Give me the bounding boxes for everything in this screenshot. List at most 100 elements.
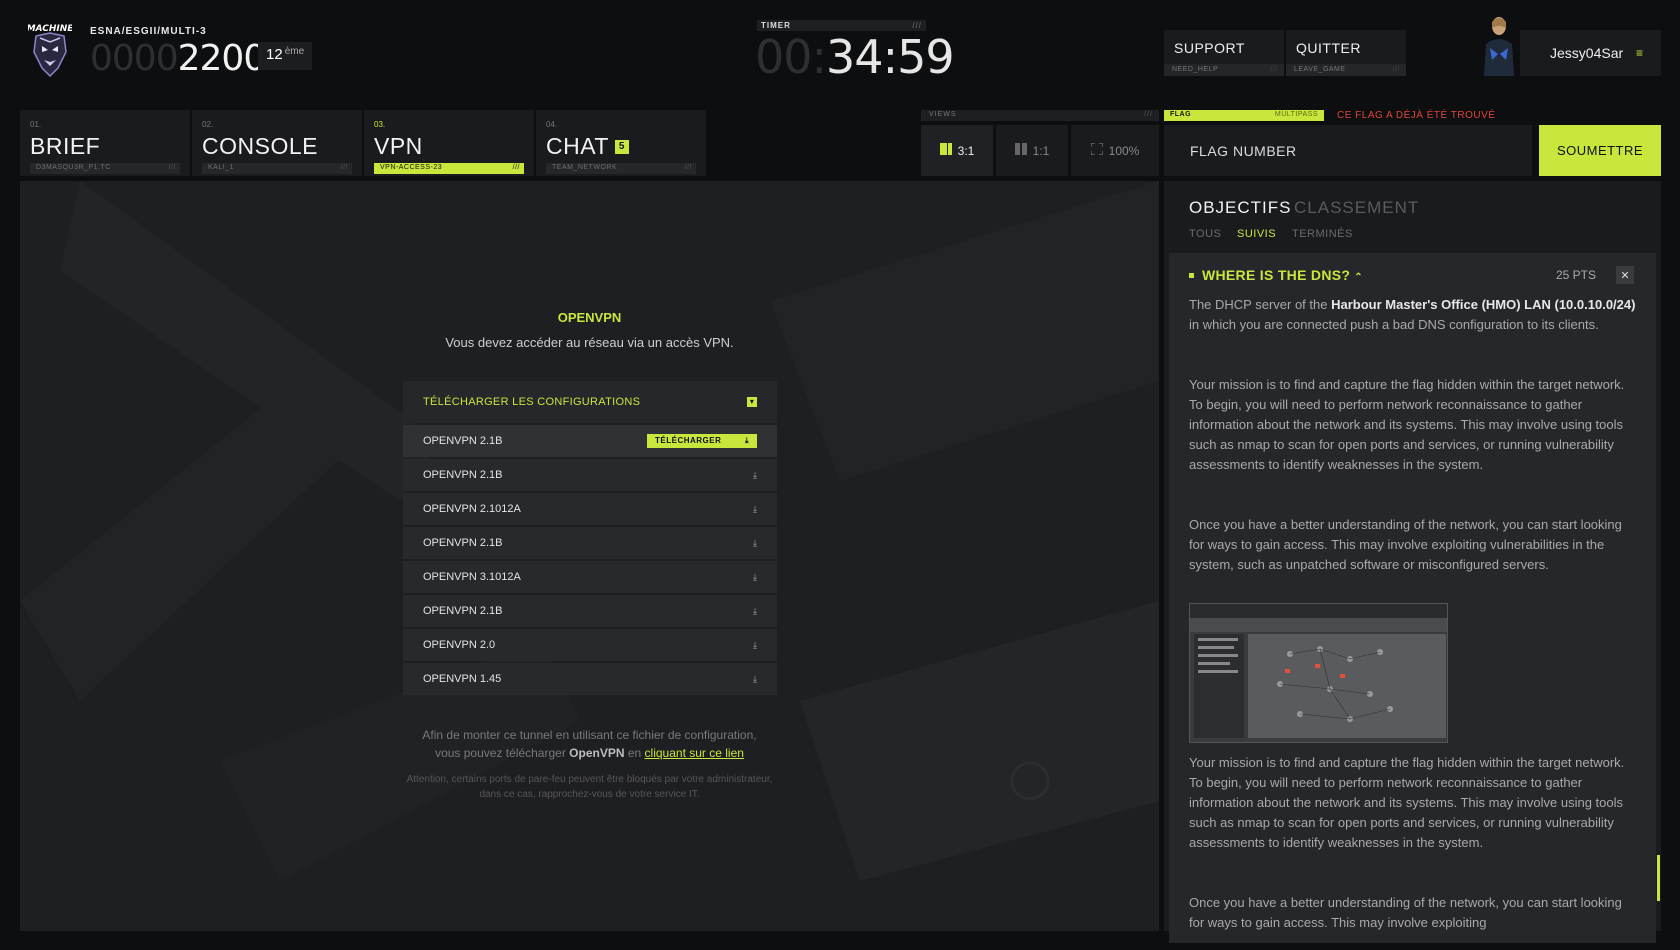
countdown-timer: 00:34:59 — [755, 30, 955, 84]
objective-points: 25 PTS — [1556, 268, 1597, 282]
views-label: VIEWS /// — [921, 110, 1159, 121]
tab-objectives[interactable]: OBJECTIFS — [1189, 198, 1292, 218]
filter-all[interactable]: TOUS — [1189, 228, 1221, 240]
download-button[interactable]: TÉLÉCHARGER ⤓ — [647, 434, 757, 448]
objective-title[interactable]: WHERE IS THE DNS? ⌃ — [1202, 267, 1363, 283]
tab-slashes: /// — [340, 164, 348, 171]
timer-slashes: /// — [912, 21, 922, 30]
close-icon[interactable]: ✕ — [1616, 266, 1634, 284]
config-item[interactable]: OPENVPN 2.1B ⤓ — [403, 459, 777, 491]
note-line-1: Afin de monter ce tunnel en utilisant ce… — [422, 728, 757, 742]
view-3-1-button[interactable]: 3:1 — [921, 125, 993, 176]
openvpn-download-link[interactable]: cliquant sur ce lien — [645, 746, 744, 760]
support-sub-text: NEED_HELP — [1172, 66, 1219, 73]
filter-followed[interactable]: SUIVIS — [1237, 228, 1276, 240]
download-icon: ⤓ — [744, 436, 749, 445]
tab-console[interactable]: 02. CONSOLE KALI_1 /// — [192, 110, 362, 176]
timer-hours: 00: — [755, 30, 827, 84]
intro-text: The DHCP server of the — [1189, 297, 1328, 312]
tab-number: 04. — [546, 120, 558, 129]
note-bold: OpenVPN — [569, 746, 625, 760]
multipass-label: MULTIPASS — [1274, 111, 1318, 118]
support-slashes: /// — [1270, 66, 1278, 73]
config-item[interactable]: OPENVPN 2.0 ⤓ — [403, 629, 777, 661]
download-icon[interactable]: ⤓ — [753, 640, 757, 651]
config-name: OPENVPN 2.0 — [423, 639, 496, 651]
tab-slashes: /// — [684, 164, 692, 171]
network-diagram-screenshot[interactable] — [1189, 603, 1448, 743]
tab-label: CHAT — [546, 133, 609, 159]
warning-line-1: Attention, certains ports de pare-feu pe… — [406, 774, 773, 785]
tab-leaderboard[interactable]: CLASSEMENT — [1294, 198, 1419, 218]
filter-completed[interactable]: TERMINÉS — [1292, 228, 1353, 240]
view-fullscreen-button[interactable]: 100% — [1071, 125, 1159, 176]
quit-slashes: /// — [1392, 66, 1400, 73]
download-button-label: TÉLÉCHARGER — [655, 436, 722, 445]
tab-subtitle-text: TEAM_NETWORK — [552, 164, 618, 171]
support-label: SUPPORT — [1174, 40, 1245, 56]
flag-label: FLAG MULTIPASS — [1164, 110, 1324, 121]
view-label: 3:1 — [957, 143, 975, 158]
split-view-icon — [1014, 143, 1027, 158]
support-button[interactable]: SUPPORT NEED_HELP /// — [1164, 30, 1284, 76]
objective-paragraph: Once you have a better understanding of … — [1189, 517, 1622, 572]
config-item[interactable]: OPENVPN 2.1B ⤓ — [403, 595, 777, 627]
download-icon[interactable]: ⤓ — [753, 470, 757, 481]
config-name: OPENVPN 2.1B — [423, 537, 503, 549]
config-name: OPENVPN 2.1B — [423, 469, 503, 481]
machine-logo: MACHINE — [27, 22, 74, 78]
config-name: OPENVPN 2.1B — [423, 435, 503, 447]
config-item[interactable]: OPENVPN 3.1012A ⤓ — [403, 561, 777, 593]
tab-brief[interactable]: 01. BRIEF D3MASQU3R_P1.TC /// — [20, 110, 190, 176]
scrollbar[interactable] — [1657, 855, 1660, 901]
tab-slashes: /// — [168, 164, 176, 171]
flag-input[interactable] — [1164, 125, 1532, 176]
download-icon[interactable]: ⤓ — [753, 674, 757, 685]
openvpn-title: OPENVPN — [557, 310, 622, 325]
objective-bullet — [1189, 273, 1194, 278]
config-name: OPENVPN 1.45 — [423, 673, 502, 685]
timer-label-text: TIMER — [761, 21, 791, 30]
submit-button[interactable]: SOUMETTRE — [1539, 125, 1661, 176]
config-item[interactable]: OPENVPN 2.1B ⤓ — [403, 527, 777, 559]
tab-label: BRIEF — [30, 133, 101, 159]
download-icon[interactable]: ⤓ — [753, 504, 757, 515]
openvpn-note: Afin de monter ce tunnel en utilisant ce… — [20, 726, 1159, 762]
view-label: 1:1 — [1032, 143, 1050, 158]
download-icon[interactable]: ⤓ — [753, 538, 757, 549]
tab-subtitle: D3MASQU3R_P1.TC /// — [30, 163, 180, 174]
download-icon[interactable]: ⤓ — [753, 572, 757, 583]
quit-sub: LEAVE_GAME /// — [1286, 64, 1406, 76]
chevron-up-icon: ⌃ — [1354, 272, 1363, 283]
tab-subtitle: KALI_1 /// — [202, 163, 352, 174]
tab-chat[interactable]: 04. CHAT 5 TEAM_NETWORK /// — [536, 110, 706, 176]
split-view-icon — [939, 143, 952, 158]
download-configs-header[interactable]: TÉLÉCHARGER LES CONFIGURATIONS ▾ — [403, 381, 777, 423]
config-item[interactable]: OPENVPN 2.1B TÉLÉCHARGER ⤓ — [403, 425, 777, 457]
config-item[interactable]: OPENVPN 2.1012A ⤓ — [403, 493, 777, 525]
config-item[interactable]: OPENVPN 1.45 ⤓ — [403, 663, 777, 695]
objective-paragraph: Once you have a better understanding of … — [1189, 895, 1622, 930]
tab-slashes: /// — [512, 164, 520, 171]
download-icon[interactable]: ⤓ — [753, 606, 757, 617]
config-list: OPENVPN 2.1B TÉLÉCHARGER ⤓ OPENVPN 2.1B ⤓… — [403, 425, 777, 697]
objective-paragraph: Your mission is to find and capture the … — [1189, 755, 1625, 850]
tab-number: 01. — [30, 120, 42, 129]
score-value: 2200 — [177, 38, 267, 79]
unread-badge: 5 — [614, 139, 629, 154]
note-text: en — [627, 746, 642, 760]
score-padding: 0000 — [90, 38, 179, 79]
download-configs-label: TÉLÉCHARGER LES CONFIGURATIONS — [423, 396, 641, 408]
menu-icon[interactable]: ≡ — [1636, 46, 1643, 60]
tab-label: VPN — [374, 133, 423, 159]
username: Jessy04Sar — [1550, 45, 1624, 61]
config-name: OPENVPN 2.1B — [423, 605, 503, 617]
quit-label: QUITTER — [1296, 40, 1361, 56]
avatar[interactable] — [1478, 14, 1520, 76]
firewall-warning: Attention, certains ports de pare-feu pe… — [20, 772, 1159, 802]
quit-button[interactable]: QUITTER LEAVE_GAME /// — [1286, 30, 1406, 76]
tab-vpn[interactable]: 03. VPN VPN-ACCESS-23 /// — [364, 110, 534, 176]
view-1-1-button[interactable]: 1:1 — [996, 125, 1068, 176]
intro-bold: Harbour Master's Office (HMO) LAN (10.0.… — [1331, 297, 1636, 312]
flag-label-text: FLAG — [1170, 111, 1192, 118]
